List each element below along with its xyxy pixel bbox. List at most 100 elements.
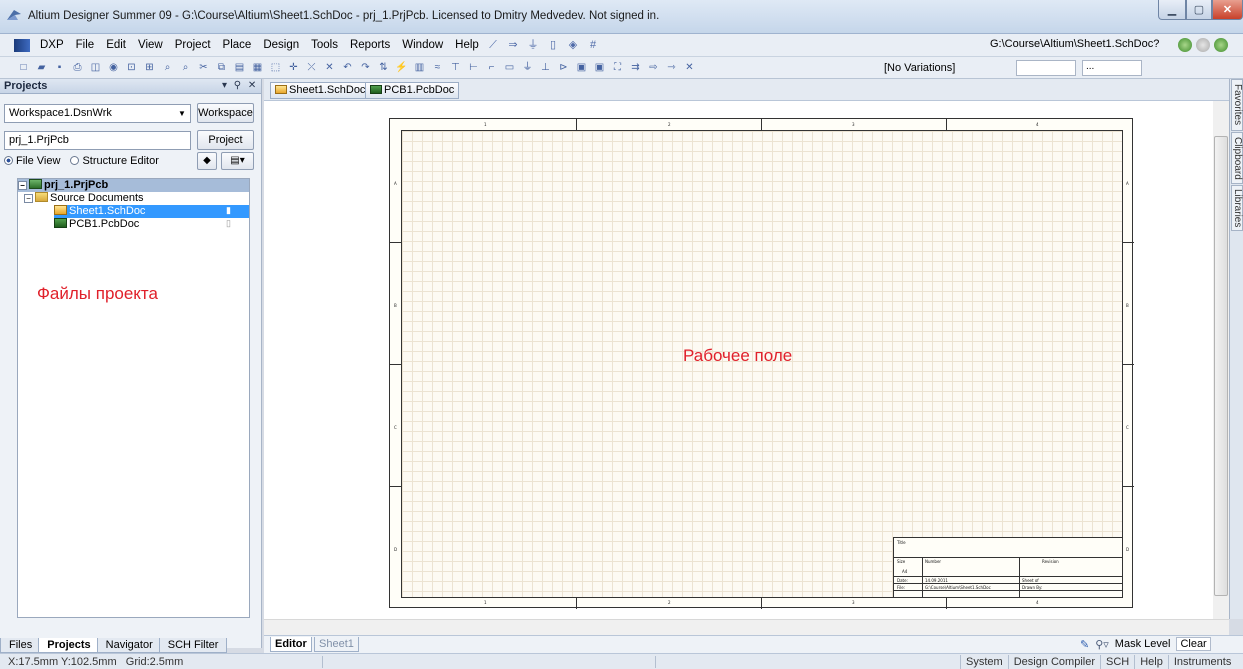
clear-button[interactable]: Clear <box>1176 637 1211 651</box>
print-preview-icon[interactable]: ◫ <box>88 60 103 75</box>
new-file-icon[interactable]: □ <box>16 60 31 75</box>
menu-project[interactable]: Project <box>169 39 217 51</box>
file-view-radio[interactable]: File View <box>4 155 60 167</box>
zoom-selected-icon[interactable]: ⌕ <box>160 60 175 75</box>
cross-probe-icon[interactable]: ⚡ <box>394 60 409 75</box>
collapse-icon[interactable]: − <box>18 181 27 190</box>
part-icon[interactable]: ⊳ <box>556 60 571 75</box>
zoom-fit-icon[interactable]: ⊡ <box>124 60 139 75</box>
status-system-button[interactable]: System <box>960 655 1008 669</box>
port-icon[interactable]: ◈ <box>566 38 580 52</box>
tree-project-row[interactable]: − prj_1.PrjPcb <box>18 179 249 192</box>
tab-projects[interactable]: Projects <box>38 638 100 653</box>
tree-doc-sheet1[interactable]: Sheet1.SchDoc ▮ <box>54 205 249 218</box>
tab-clipboard[interactable]: Clipboard <box>1231 132 1243 184</box>
project-button[interactable]: Project <box>197 130 254 150</box>
vcc-port-icon[interactable]: ⊥ <box>538 60 553 75</box>
tab-navigator[interactable]: Navigator <box>96 638 162 653</box>
menu-dxp[interactable]: DXP <box>34 39 70 51</box>
document-options-icon[interactable]: ▤▾ <box>221 152 254 170</box>
workspace-combo[interactable]: Workspace1.DsnWrk ▼ <box>4 104 191 123</box>
vertical-scrollbar[interactable] <box>1213 101 1229 619</box>
compile-icon[interactable]: ◆ <box>197 152 217 170</box>
move-icon[interactable]: ✛ <box>286 60 301 75</box>
tree-folder-row[interactable]: − Source Documents <box>24 192 144 205</box>
zoom-area-icon[interactable]: ⊞ <box>142 60 157 75</box>
harness-icon[interactable]: ⇉ <box>628 60 643 75</box>
menu-reports[interactable]: Reports <box>344 39 396 51</box>
redo-icon[interactable]: ↷ <box>358 60 373 75</box>
hierarchy-icon[interactable]: ⇅ <box>376 60 391 75</box>
print-icon[interactable]: ⎙ <box>70 60 85 75</box>
grid-icon[interactable]: # <box>586 38 600 52</box>
deselect-icon[interactable]: ⤫ <box>304 60 319 75</box>
schematic-workspace[interactable]: 1 2 3 4 1 2 3 4 A B C D A B C D Title Si… <box>264 101 1213 619</box>
menu-place[interactable]: Place <box>217 39 258 51</box>
doc-tab-sheet1[interactable]: Sheet1.SchDoc <box>270 82 371 99</box>
menu-design[interactable]: Design <box>257 39 305 51</box>
toolbar-select-1[interactable] <box>1016 60 1076 76</box>
workspace-button[interactable]: Workspace <box>197 103 254 123</box>
status-instruments-button[interactable]: Instruments <box>1167 655 1236 669</box>
bus-entry-icon[interactable]: ⊢ <box>466 60 481 75</box>
menu-tools[interactable]: Tools <box>305 39 344 51</box>
wire-icon[interactable]: ≈ <box>430 60 445 75</box>
ground-icon[interactable]: ⏚ <box>526 38 540 52</box>
mask-level-button[interactable]: Mask Level <box>1115 638 1171 650</box>
gnd-port-icon[interactable]: ⏚ <box>520 60 535 75</box>
select-area-icon[interactable]: ⬚ <box>268 60 283 75</box>
scrollbar-thumb[interactable] <box>1214 136 1228 596</box>
save-icon[interactable]: ▪ <box>52 60 67 75</box>
device-sheet-icon[interactable]: ⛶ <box>610 60 625 75</box>
tab-files[interactable]: Files <box>0 638 42 653</box>
maximize-button[interactable]: ▢ <box>1186 0 1212 20</box>
tab-editor[interactable]: Editor <box>270 637 312 652</box>
copy-icon[interactable]: ⧉ <box>214 60 229 75</box>
bus-icon[interactable]: ⊤ <box>448 60 463 75</box>
clear-filter-icon[interactable]: ✕ <box>322 60 337 75</box>
document-path[interactable]: G:\Course\Altium\Sheet1.SchDoc? <box>990 38 1159 50</box>
back-icon[interactable] <box>1178 38 1192 52</box>
collapse-icon[interactable]: − <box>24 194 33 203</box>
port-tool-icon[interactable]: ⇨ <box>646 60 661 75</box>
open-folder-icon[interactable]: ▰ <box>34 60 49 75</box>
component-icon[interactable]: ▯ <box>546 38 560 52</box>
sheet-entry-icon[interactable]: ▣ <box>592 60 607 75</box>
status-sch-button[interactable]: SCH <box>1100 655 1134 669</box>
doc-tab-pcb1[interactable]: PCB1.PcbDoc <box>365 82 460 99</box>
tree-doc-pcb1[interactable]: PCB1.PcbDoc ▯ <box>54 218 249 231</box>
toolbar-select-2[interactable]: ... <box>1082 60 1142 76</box>
panel-controls[interactable]: ▾ ⚲ ✕ <box>222 80 258 91</box>
zoom-dropdown-icon[interactable]: ⌕ <box>178 60 193 75</box>
net-icon[interactable]: ▭ <box>502 60 517 75</box>
status-design-compiler-button[interactable]: Design Compiler <box>1007 655 1100 669</box>
close-button[interactable]: ✕ <box>1212 0 1243 20</box>
no-erc-icon[interactable]: ✕ <box>682 60 697 75</box>
browse-library-icon[interactable]: ▥ <box>412 60 427 75</box>
tab-favorites[interactable]: Favorites <box>1231 79 1243 131</box>
menu-window[interactable]: Window <box>396 39 449 51</box>
sheet-symbol-icon[interactable]: ▣ <box>574 60 589 75</box>
bus-tool-icon[interactable]: ⇒ <box>506 38 520 52</box>
tab-sch-filter[interactable]: SCH Filter <box>158 638 228 653</box>
devices-icon[interactable]: ◉ <box>106 60 121 75</box>
menu-edit[interactable]: Edit <box>100 39 132 51</box>
cut-icon[interactable]: ✂ <box>196 60 211 75</box>
filter-icon[interactable]: ⚲▿ <box>1095 638 1109 651</box>
minimize-button[interactable]: ▁ <box>1158 0 1186 20</box>
structure-editor-radio[interactable]: Structure Editor <box>70 155 159 167</box>
net-label-icon[interactable]: ⌐ <box>484 60 499 75</box>
rubber-stamp-icon[interactable]: ▦ <box>250 60 265 75</box>
wire-tool-icon[interactable]: ⟋ <box>486 38 500 52</box>
tab-sheet1[interactable]: Sheet1 <box>314 637 359 652</box>
status-help-button[interactable]: Help <box>1134 655 1168 669</box>
forward-icon[interactable] <box>1196 38 1210 52</box>
undo-icon[interactable]: ↶ <box>340 60 355 75</box>
menu-help[interactable]: Help <box>449 39 485 51</box>
tab-libraries[interactable]: Libraries <box>1231 185 1243 231</box>
menu-file[interactable]: File <box>70 39 101 51</box>
home-icon[interactable] <box>1214 38 1228 52</box>
horizontal-scrollbar[interactable] <box>264 619 1229 635</box>
off-sheet-icon[interactable]: ⇾ <box>664 60 679 75</box>
menu-view[interactable]: View <box>132 39 169 51</box>
